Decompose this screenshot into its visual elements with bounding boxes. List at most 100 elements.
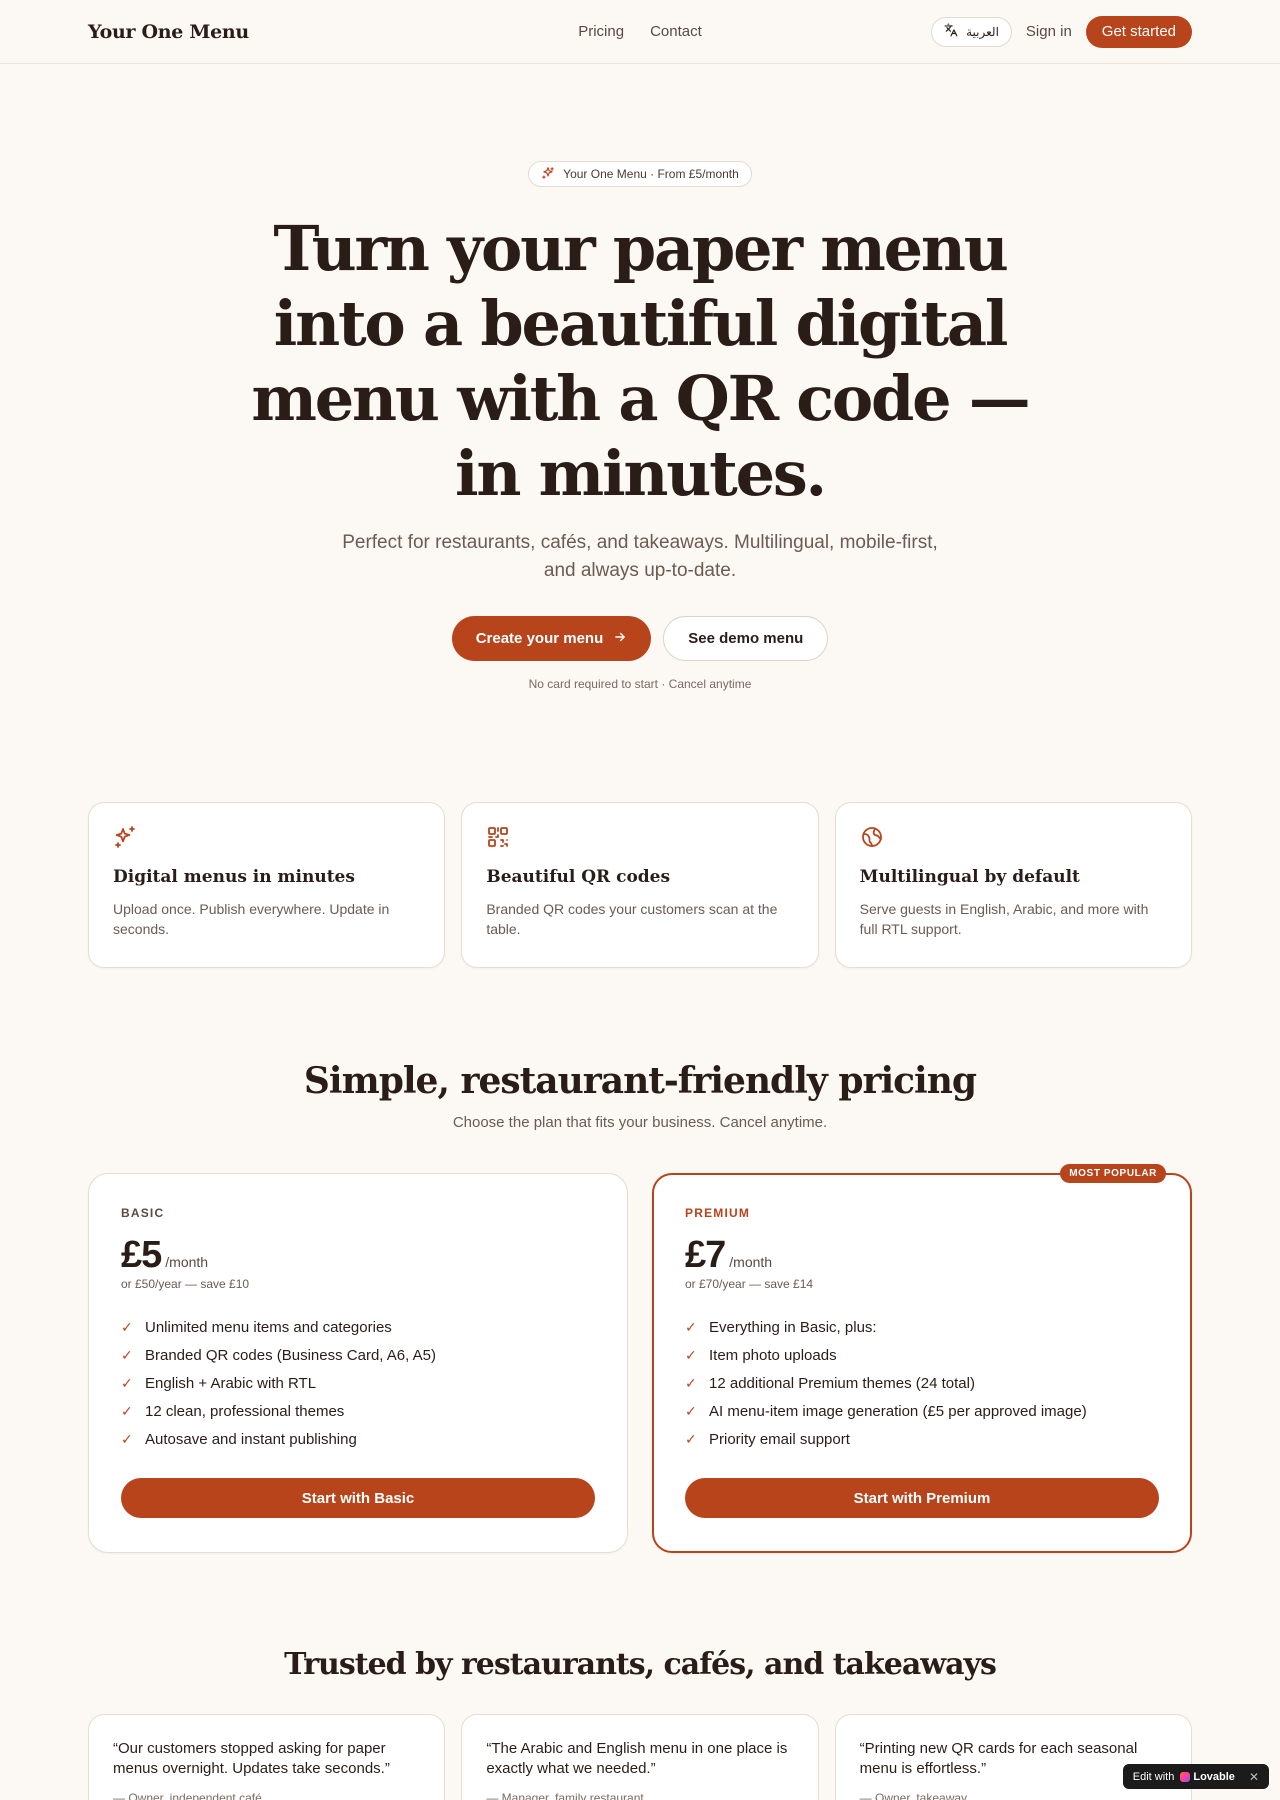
testimonial-quote: “Our customers stopped asking for paper … (113, 1740, 390, 1777)
feature-text: Branded QR codes your customers scan at … (486, 901, 778, 937)
feature-title: Multilingual by default (859, 867, 1080, 887)
plan-yearly-price: or £70/year — save £14 (685, 1277, 814, 1291)
nav-contact[interactable]: Contact (650, 23, 702, 40)
signin-link[interactable]: Sign in (1020, 23, 1078, 40)
close-icon[interactable]: ✕ (1249, 1770, 1259, 1784)
feature-title: Beautiful QR codes (486, 867, 671, 887)
check-icon: ✓ (685, 1430, 697, 1447)
see-demo-button[interactable]: See demo menu (663, 616, 829, 661)
header-actions: العربية Sign in Get started (931, 15, 1192, 48)
plan-price: £7 (685, 1234, 726, 1276)
plan-name: BASIC (121, 1206, 165, 1220)
language-toggle-button[interactable]: العربية (931, 16, 1012, 47)
hero-cta-row: Create your menu See demo menu (0, 616, 1280, 661)
most-popular-badge: MOST POPULAR (1060, 1164, 1166, 1183)
price-row: £5 /month (121, 1234, 595, 1277)
plan-feature: English + Arabic with RTL (145, 1374, 317, 1392)
list-item: ✓ Item photo uploads (685, 1341, 1159, 1369)
edit-with-lovable-badge[interactable]: Edit with Lovable ✕ (1122, 1764, 1269, 1789)
site-header: Your One Menu Pricing Contact العربية Si… (0, 0, 1280, 64)
check-icon: ✓ (121, 1374, 133, 1391)
list-item: ✓ Everything in Basic, plus: (685, 1313, 1159, 1341)
pricing-subtitle: Choose the plan that fits your business.… (452, 1114, 828, 1131)
list-item: ✓ Unlimited menu items and categories (121, 1313, 595, 1341)
testimonials-title: Trusted by restaurants, cafés, and takea… (284, 1647, 997, 1682)
testimonial-card: “Our customers stopped asking for paper … (88, 1714, 446, 1800)
testimonial-author: — Owner, takeaway (859, 1791, 968, 1800)
list-item: ✓ Autosave and instant publishing (121, 1425, 595, 1453)
hero-pill-text: Your One Menu · From £5/month (563, 167, 739, 181)
plan-feature: 12 additional Premium themes (24 total) (709, 1374, 975, 1392)
start-premium-button[interactable]: Start with Premium (685, 1478, 1159, 1518)
feature-text: Upload once. Publish everywhere. Update … (113, 901, 390, 937)
qr-code-icon (486, 825, 793, 849)
plan-feature: Priority email support (709, 1430, 850, 1448)
plan-feature: Unlimited menu items and categories (145, 1318, 392, 1336)
plan-feature: 12 clean, professional themes (145, 1402, 345, 1420)
sparkles-icon (113, 825, 420, 849)
list-item: ✓ English + Arabic with RTL (121, 1369, 595, 1397)
brand-logo[interactable]: Your One Menu (88, 21, 249, 43)
create-menu-label: Create your menu (475, 630, 604, 647)
testimonial-author: — Owner, independent café (113, 1791, 262, 1800)
plan-yearly-price: or £50/year — save £10 (121, 1277, 250, 1291)
plan-card-premium: MOST POPULAR PREMIUM £7 /month or £70/ye… (652, 1164, 1192, 1553)
plan-feature: Item photo uploads (709, 1346, 837, 1364)
list-item: ✓ AI menu-item image generation (£5 per a… (685, 1397, 1159, 1425)
hero-subtitle: Perfect for restaurants, cafés, and take… (342, 532, 938, 581)
list-item: ✓ Branded QR codes (Business Card, A6, A5… (121, 1341, 595, 1369)
plan-feature: Branded QR codes (Business Card, A6, A5) (145, 1346, 436, 1364)
translate-icon (944, 23, 958, 40)
list-item: ✓ Priority email support (685, 1425, 1159, 1453)
check-icon: ✓ (685, 1318, 697, 1335)
testimonial-card: “The Arabic and English menu in one plac… (461, 1714, 819, 1800)
plan-name: PREMIUM (685, 1206, 751, 1220)
list-item: ✓ 12 clean, professional themes (121, 1397, 595, 1425)
lovable-brand: Lovable (1180, 1771, 1235, 1783)
check-icon: ✓ (685, 1374, 697, 1391)
plan-period: /month (165, 1254, 209, 1270)
hero-note: No card required to start · Cancel anyti… (528, 677, 752, 691)
globe-icon (860, 825, 1167, 849)
feature-title: Digital menus in minutes (113, 867, 355, 887)
features-section: Digital menus in minutes Upload once. Pu… (0, 802, 1280, 968)
plan-feature: Autosave and instant publishing (145, 1430, 357, 1448)
feature-card: Multilingual by default Serve guests in … (834, 802, 1192, 968)
check-icon: ✓ (685, 1346, 697, 1363)
create-menu-button[interactable]: Create your menu (451, 616, 652, 661)
plan-period: /month (729, 1254, 773, 1270)
lovable-logo-icon (1180, 1771, 1191, 1782)
start-basic-button[interactable]: Start with Basic (121, 1478, 595, 1518)
check-icon: ✓ (121, 1346, 133, 1363)
check-icon: ✓ (685, 1402, 697, 1419)
nav-pricing[interactable]: Pricing (578, 23, 624, 40)
hero-title: Turn your paper menu into a beautiful di… (251, 212, 1030, 510)
feature-card: Digital menus in minutes Upload once. Pu… (88, 802, 446, 968)
feature-text: Serve guests in English, Arabic, and mor… (859, 901, 1149, 937)
main-nav: Pricing Contact (578, 23, 702, 40)
plan-card-basic: BASIC £5 /month or £50/year — save £10 ✓… (88, 1173, 628, 1553)
pricing-title: Simple, restaurant-friendly pricing (303, 1060, 977, 1102)
testimonial-quote: “The Arabic and English menu in one plac… (486, 1740, 788, 1777)
pricing-plans: BASIC £5 /month or £50/year — save £10 ✓… (0, 1164, 1280, 1553)
testimonial-author: — Manager, family restaurant (486, 1791, 644, 1800)
testimonial-quote: “Printing new QR cards for each seasonal… (859, 1740, 1138, 1777)
lovable-brand-label: Lovable (1193, 1770, 1235, 1783)
hero-pill: Your One Menu · From £5/month (528, 161, 752, 187)
plan-feature: AI menu-item image generation (£5 per ap… (709, 1402, 1087, 1420)
check-icon: ✓ (121, 1402, 133, 1419)
plan-feature: Everything in Basic, plus: (709, 1318, 877, 1336)
plan-feature-list: ✓ Everything in Basic, plus: ✓ Item photo … (685, 1313, 1159, 1453)
plan-price: £5 (121, 1234, 162, 1276)
list-item: ✓ 12 additional Premium themes (24 total) (685, 1369, 1159, 1397)
check-icon: ✓ (121, 1318, 133, 1335)
sparkles-icon (541, 166, 555, 183)
plan-feature-list: ✓ Unlimited menu items and categories ✓ Br… (121, 1313, 595, 1453)
price-row: £7 /month (685, 1234, 1159, 1277)
language-label: العربية (966, 24, 999, 39)
get-started-button[interactable]: Get started (1085, 15, 1192, 48)
feature-card: Beautiful QR codes Branded QR codes your… (461, 802, 819, 968)
lovable-prefix: Edit with (1132, 1770, 1175, 1783)
arrow-right-icon (613, 630, 627, 648)
hero-section: Your One Menu · From £5/month Turn your … (0, 64, 1280, 691)
